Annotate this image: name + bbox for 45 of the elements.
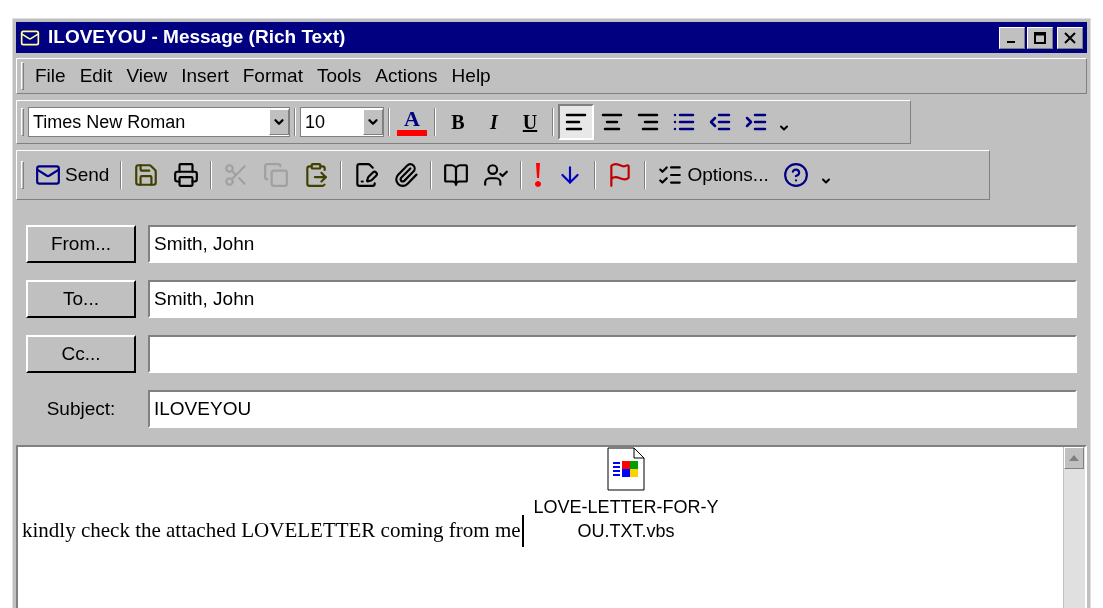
maximize-button[interactable] <box>1027 26 1053 49</box>
address-field[interactable]: Smith, John <box>148 225 1077 263</box>
clipboard-icon <box>303 162 330 188</box>
size-dropdown[interactable]: 10 <box>300 107 384 137</box>
exclamation-icon <box>533 162 544 188</box>
book-icon <box>443 162 470 188</box>
font-dropdown[interactable]: Times New Roman <box>28 107 290 137</box>
bold-button[interactable]: B <box>440 105 476 139</box>
address-button[interactable]: To... <box>26 280 136 318</box>
underline-button[interactable]: U <box>512 105 548 139</box>
address-field[interactable]: ILOVEYOU <box>148 390 1077 428</box>
align-left-button[interactable] <box>558 104 594 140</box>
attachment[interactable]: LOVE-LETTER-FOR-Y OU.TXT.vbs <box>533 447 719 543</box>
close-icon <box>1064 31 1076 44</box>
minimize-icon <box>1006 40 1018 43</box>
window-title: ILOVEYOU - Message (Rich Text) <box>48 25 346 50</box>
maximize-icon <box>1034 31 1046 44</box>
printer-icon <box>173 162 200 188</box>
field-label: Subject: <box>45 396 117 421</box>
menu-item[interactable]: View <box>119 61 175 91</box>
help-icon <box>782 162 809 188</box>
person-check-icon <box>483 162 510 188</box>
address-button[interactable]: Cc... <box>26 335 136 373</box>
menu-item[interactable]: Insert <box>174 61 236 91</box>
send-button[interactable]: Send <box>28 156 117 194</box>
menu-item[interactable]: Tools <box>309 61 369 91</box>
message-text: kindly check the attached LOVELETTER coming from me <box>22 515 524 547</box>
address-button[interactable]: From... <box>26 225 136 263</box>
italic-button[interactable]: I <box>476 105 512 139</box>
menu-item[interactable]: File <box>28 61 73 91</box>
options-button[interactable]: Options... <box>650 156 776 194</box>
address-field[interactable] <box>148 335 1077 373</box>
paperclip-icon <box>393 162 420 188</box>
menu-item[interactable]: Actions <box>368 61 445 91</box>
address-field[interactable]: Smith, John <box>148 280 1077 318</box>
font-color-button[interactable]: A <box>394 105 430 139</box>
minimize-button[interactable] <box>999 26 1025 49</box>
envelope-icon <box>35 162 61 188</box>
signature-icon <box>353 162 380 188</box>
menu-item[interactable]: Edit <box>72 61 120 91</box>
close-button[interactable] <box>1057 26 1083 49</box>
scrollbar[interactable] <box>1063 447 1085 608</box>
copy-icon <box>263 162 290 188</box>
menu-item[interactable]: Help <box>444 61 498 91</box>
menu-item[interactable]: Format <box>235 61 310 91</box>
